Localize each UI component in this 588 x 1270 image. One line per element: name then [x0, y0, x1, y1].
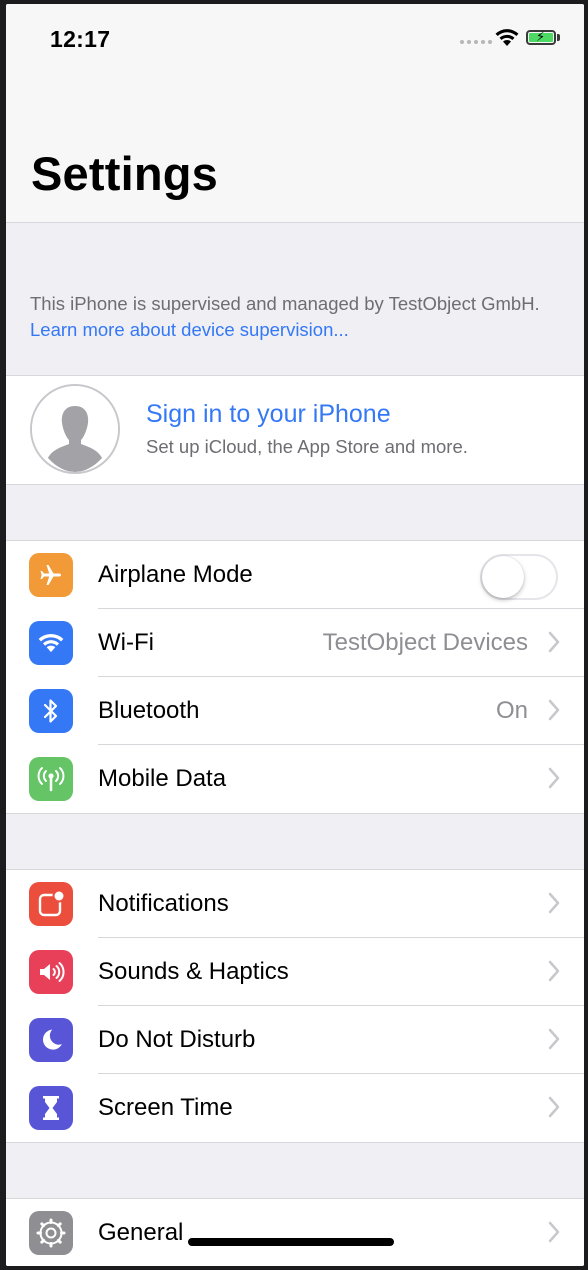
supervision-learn-more-link[interactable]: Learn more about device supervision...: [30, 319, 349, 340]
airplane-mode-label: Airplane Mode: [98, 561, 253, 588]
header-area: 12:17 ⚡ Settings: [6, 4, 584, 223]
chevron-right-icon: [548, 699, 560, 721]
bluetooth-row[interactable]: Bluetooth On: [6, 677, 584, 745]
hourglass-icon: [29, 1086, 73, 1130]
antenna-icon: [29, 757, 73, 801]
wifi-status-icon: [495, 29, 519, 46]
chevron-right-icon: [548, 1221, 560, 1243]
sign-in-subtitle: Set up iCloud, the App Store and more.: [146, 436, 468, 457]
settings-screen: 12:17 ⚡ Settings This iPhone is supervis…: [6, 4, 584, 1266]
status-bar: 12:17 ⚡: [6, 4, 584, 84]
general-label: General: [98, 1219, 184, 1246]
bluetooth-icon: [29, 689, 73, 733]
connectivity-group: Airplane Mode Wi-Fi TestObject Devices B…: [6, 540, 584, 814]
gear-icon: [29, 1211, 73, 1255]
speaker-icon: [29, 950, 73, 994]
notifications-row[interactable]: Notifications: [6, 870, 584, 938]
bluetooth-label: Bluetooth: [98, 697, 200, 724]
supervision-text: This iPhone is supervised and managed by…: [30, 293, 540, 314]
home-indicator[interactable]: [188, 1238, 394, 1246]
wifi-label: Wi-Fi: [98, 629, 154, 656]
general-row[interactable]: General: [6, 1199, 584, 1266]
page-title: Settings: [31, 147, 219, 200]
bluetooth-value: On: [495, 697, 528, 724]
battery-nub: [557, 34, 560, 41]
airplane-mode-row[interactable]: Airplane Mode: [6, 541, 584, 609]
chevron-right-icon: [548, 1028, 560, 1050]
moon-icon: [29, 1018, 73, 1062]
do-not-disturb-label: Do Not Disturb: [98, 1026, 256, 1053]
wifi-row[interactable]: Wi-Fi TestObject Devices: [6, 609, 584, 677]
notifications-icon: [29, 882, 73, 926]
cellular-signal-icon: [460, 40, 492, 44]
notifications-label: Notifications: [98, 890, 229, 917]
chevron-right-icon: [548, 892, 560, 914]
alerts-group: Notifications Sounds & Haptics Do Not Di…: [6, 869, 584, 1143]
mobile-data-label: Mobile Data: [98, 765, 227, 792]
system-group: General: [6, 1198, 584, 1266]
supervision-notice: This iPhone is supervised and managed by…: [6, 223, 584, 375]
sign-in-title: Sign in to your iPhone: [146, 400, 391, 428]
mobile-data-row[interactable]: Mobile Data: [6, 745, 584, 813]
toggle-knob: [482, 556, 524, 598]
do-not-disturb-row[interactable]: Do Not Disturb: [6, 1006, 584, 1074]
sounds-haptics-label: Sounds & Haptics: [98, 958, 289, 985]
chevron-right-icon: [548, 631, 560, 653]
chevron-right-icon: [548, 767, 560, 789]
battery-icon: ⚡: [526, 30, 556, 45]
airplane-mode-toggle[interactable]: [480, 554, 558, 600]
chevron-right-icon: [548, 960, 560, 982]
wifi-network-value: TestObject Devices: [322, 629, 528, 656]
sign-in-row[interactable]: Sign in to your iPhone Set up iCloud, th…: [6, 375, 584, 485]
avatar-icon: [30, 384, 120, 474]
wifi-icon: [29, 621, 73, 665]
chevron-right-icon: [548, 1096, 560, 1118]
screen-time-row[interactable]: Screen Time: [6, 1074, 584, 1142]
airplane-icon: [29, 553, 73, 597]
status-time: 12:17: [50, 26, 111, 52]
sounds-haptics-row[interactable]: Sounds & Haptics: [6, 938, 584, 1006]
screen-time-label: Screen Time: [98, 1094, 233, 1121]
